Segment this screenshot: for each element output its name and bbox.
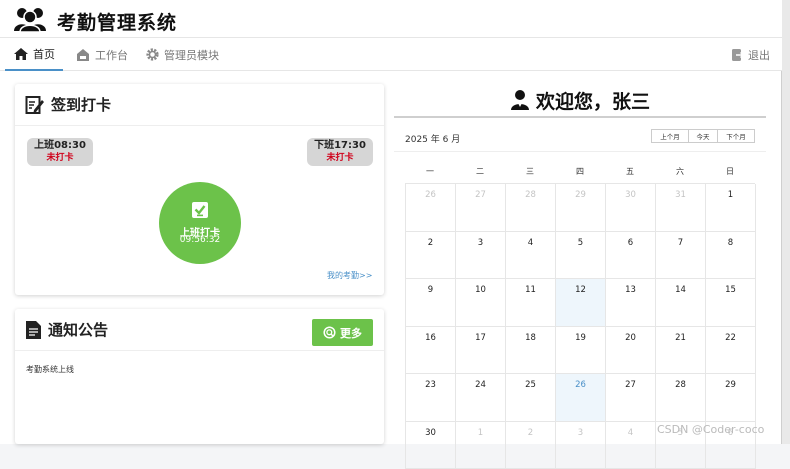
calendar-day-cell[interactable]: 1 (706, 184, 756, 232)
nav-home-label: 首页 (33, 46, 55, 62)
weekday-label: 日 (705, 160, 755, 183)
notice-title: 通知公告 (48, 319, 108, 340)
calendar-day-cell[interactable]: 27 (456, 184, 506, 232)
checkin-card: 签到打卡 上班08:30 未打卡 下班17:30 未打卡 上班打卡 09:56:… (15, 84, 384, 295)
calendar-day-cell[interactable]: 14 (656, 279, 706, 327)
calendar-day-cell[interactable]: 16 (406, 327, 456, 375)
calendar-nav-buttons: 上个月 今天 下个月 (651, 129, 755, 143)
next-month-button[interactable]: 下个月 (718, 129, 755, 143)
weekday-label: 三 (505, 160, 555, 183)
calendar-weekday-header: 一二三四五六日 (405, 160, 755, 183)
nav-home[interactable]: 首页 (5, 38, 63, 71)
calendar-day-cell[interactable]: 26 (406, 184, 456, 232)
calendar-day-cell[interactable]: 4 (606, 422, 656, 469)
calendar-day-cell[interactable]: 2 (406, 232, 456, 280)
calendar-day-cell[interactable]: 25 (506, 374, 556, 422)
logout-label: 退出 (748, 47, 770, 63)
calendar-day-cell[interactable]: 28 (656, 374, 706, 422)
app-header: 考勤管理系统 (0, 0, 782, 38)
user-icon (510, 89, 530, 111)
prev-month-button[interactable]: 上个月 (651, 129, 689, 143)
nav-admin-label: 管理员模块 (164, 47, 219, 63)
calendar-day-cell[interactable]: 18 (506, 327, 556, 375)
calendar-day-cell[interactable]: 2 (506, 422, 556, 469)
more-label: 更多 (340, 325, 362, 341)
welcome-banner: 欢迎您，张三 (394, 84, 766, 118)
calendar-day-cell[interactable]: 5 (556, 232, 606, 280)
notice-card: 通知公告 更多 考勤系统上线 (15, 309, 384, 444)
calendar-day-cell[interactable]: 31 (656, 184, 706, 232)
more-notices-button[interactable]: 更多 (312, 319, 373, 346)
edit-checkin-icon (25, 95, 45, 115)
punch-clock: 09:56:32 (159, 235, 241, 245)
notice-item[interactable]: 考勤系统上线 (26, 364, 74, 375)
app-window: 考勤管理系统 首页 工作台 管理员模块 退出 (0, 0, 782, 444)
calendar-day-cell[interactable]: 30 (406, 422, 456, 469)
calendar-day-cell[interactable]: 6 (606, 232, 656, 280)
logout-button[interactable]: 退出 (731, 38, 770, 71)
checkin-title: 签到打卡 (51, 94, 111, 115)
top-nav: 首页 工作台 管理员模块 退出 (0, 38, 782, 71)
calendar-day-cell[interactable]: 15 (706, 279, 756, 327)
app-title: 考勤管理系统 (57, 8, 177, 35)
calendar-day-cell[interactable]: 27 (606, 374, 656, 422)
welcome-text: 欢迎您，张三 (536, 87, 650, 114)
home-icon (13, 47, 29, 61)
calendar-day-cell[interactable]: 30 (606, 184, 656, 232)
calendar-day-cell[interactable]: 21 (656, 327, 706, 375)
checkin-card-header: 签到打卡 (15, 84, 384, 126)
punch-in-button[interactable]: 上班打卡 09:56:32 (159, 182, 241, 264)
calendar-day-cell[interactable]: 1 (456, 422, 506, 469)
my-attendance-link[interactable]: 我的考勤>> (327, 270, 372, 281)
weekday-label: 六 (655, 160, 705, 183)
calendar-day-cell[interactable]: 23 (406, 374, 456, 422)
checkbox-check-icon (191, 201, 209, 219)
users-group-icon (12, 5, 48, 33)
calendar-month-label: 2025 年 6 月 (405, 132, 460, 145)
briefcase-icon (75, 48, 91, 62)
calendar-day-cell[interactable]: 29 (556, 184, 606, 232)
calendar-day-cell[interactable]: 19 (556, 327, 606, 375)
nav-workbench[interactable]: 工作台 (75, 38, 128, 71)
calendar-day-cell[interactable]: 11 (506, 279, 556, 327)
nav-admin[interactable]: 管理员模块 (145, 38, 219, 71)
weekday-label: 一 (405, 160, 455, 183)
today-button[interactable]: 今天 (689, 129, 718, 143)
calendar-day-cell[interactable]: 24 (456, 374, 506, 422)
calendar-day-cell[interactable]: 12 (556, 279, 606, 327)
weekday-label: 五 (605, 160, 655, 183)
logout-icon (731, 48, 744, 62)
weekday-label: 四 (555, 160, 605, 183)
window-edge-strip (782, 0, 790, 444)
calendar-day-cell[interactable]: 28 (506, 184, 556, 232)
nav-workbench-label: 工作台 (95, 47, 128, 63)
on-duty-badge: 上班08:30 未打卡 (27, 138, 93, 166)
calendar-day-cell[interactable]: 3 (456, 232, 506, 280)
on-duty-status: 未打卡 (27, 152, 93, 164)
calendar-day-cell[interactable]: 9 (406, 279, 456, 327)
calendar-day-cell[interactable]: 17 (456, 327, 506, 375)
calendar-day-cell[interactable]: 3 (556, 422, 606, 469)
gear-icon (145, 47, 160, 62)
on-duty-time: 上班08:30 (27, 140, 93, 152)
calendar-day-cell[interactable]: 22 (706, 327, 756, 375)
off-duty-status: 未打卡 (307, 152, 373, 164)
search-more-icon (323, 326, 336, 339)
calendar-day-cell[interactable]: 10 (456, 279, 506, 327)
calendar-day-cell[interactable]: 20 (606, 327, 656, 375)
calendar-day-cell[interactable]: 13 (606, 279, 656, 327)
calendar-day-cell[interactable]: 8 (706, 232, 756, 280)
off-duty-time: 下班17:30 (307, 140, 373, 152)
weekday-label: 二 (455, 160, 505, 183)
calendar-divider (394, 151, 766, 152)
calendar-day-cell[interactable]: 7 (656, 232, 706, 280)
off-duty-badge: 下班17:30 未打卡 (307, 138, 373, 166)
calendar-day-cell[interactable]: 29 (706, 374, 756, 422)
watermark: CSDN @Coder-coco (657, 423, 764, 436)
document-icon (25, 320, 42, 340)
calendar-day-cell[interactable]: 26 (556, 374, 606, 422)
calendar-day-cell[interactable]: 4 (506, 232, 556, 280)
